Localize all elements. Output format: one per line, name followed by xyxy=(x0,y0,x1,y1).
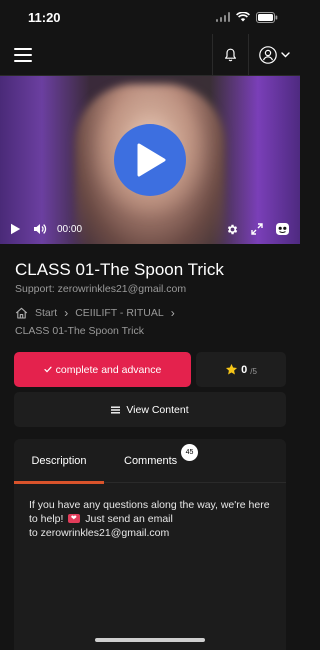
description-line: to zerowrinkles21@gmail.com xyxy=(29,527,170,539)
breadcrumb-current: CLASS 01-The Spoon Trick xyxy=(15,325,144,337)
chevron-right-icon: › xyxy=(170,306,175,320)
tab-description[interactable]: Description xyxy=(14,439,104,484)
tab-comments[interactable]: Comments xyxy=(124,439,177,483)
complete-and-advance-button[interactable]: complete and advance xyxy=(14,352,191,387)
bell-icon xyxy=(225,48,236,61)
chevron-right-icon: › xyxy=(64,306,69,320)
home-icon[interactable] xyxy=(15,307,28,319)
player-logo-icon[interactable] xyxy=(275,222,290,236)
love-letter-icon xyxy=(68,512,81,526)
tab-bar: Description Comments 45 xyxy=(14,439,286,484)
rating-button[interactable]: 0 /5 xyxy=(196,352,286,387)
fullscreen-icon[interactable] xyxy=(251,223,263,235)
avatar-icon xyxy=(259,45,277,64)
video-time: 00:00 xyxy=(57,223,83,235)
view-content-label: View Content xyxy=(126,403,189,416)
description-line: If you have any questions along the way,… xyxy=(29,499,270,511)
description-text: Just send an email xyxy=(85,513,173,525)
play-small-icon[interactable] xyxy=(10,223,21,235)
tab-comments-label: Comments xyxy=(124,455,178,467)
play-icon xyxy=(137,143,166,177)
video-player[interactable]: 00:00 xyxy=(0,76,300,244)
comments-count-badge: 45 xyxy=(181,444,198,461)
video-controls: 00:00 xyxy=(0,214,300,244)
complete-button-label: complete and advance xyxy=(55,363,162,376)
menu-icon[interactable] xyxy=(14,47,32,62)
home-indicator xyxy=(95,638,205,642)
breadcrumb: Start › CEIILIFT - RITUAL › CLASS 01-The… xyxy=(15,304,285,340)
chevron-down-icon xyxy=(281,51,290,57)
status-time: 11:20 xyxy=(28,9,61,25)
wifi-icon xyxy=(236,12,250,22)
cellular-signal-icon xyxy=(215,12,230,22)
app-header xyxy=(0,34,300,76)
description-content: If you have any questions along the way,… xyxy=(14,483,286,540)
list-icon xyxy=(111,406,121,413)
rating-max: /5 xyxy=(250,366,257,376)
user-menu-button[interactable] xyxy=(248,34,300,75)
description-text: to help! xyxy=(29,513,64,525)
breadcrumb-start[interactable]: Start xyxy=(35,304,57,322)
status-bar: 11:20 xyxy=(0,0,300,34)
page-title: CLASS 01-The Spoon Trick xyxy=(15,260,224,279)
tabs-panel: Description Comments 45 If you have any … xyxy=(14,439,286,650)
header-actions xyxy=(212,34,300,75)
view-content-button[interactable]: View Content xyxy=(14,392,286,427)
settings-icon[interactable] xyxy=(226,223,239,236)
play-button[interactable] xyxy=(114,124,186,196)
support-email: Support: zerowrinkles21@gmail.com xyxy=(15,283,187,295)
description-line: to help! Just send an email xyxy=(29,512,271,526)
rating-value: 0 xyxy=(241,363,248,376)
tab-description-label: Description xyxy=(31,455,87,467)
breadcrumb-course[interactable]: CEIILIFT - RITUAL xyxy=(75,304,164,322)
check-icon xyxy=(44,366,52,373)
battery-icon xyxy=(256,11,278,23)
volume-icon[interactable] xyxy=(33,223,47,235)
notifications-button[interactable] xyxy=(212,34,248,75)
star-icon xyxy=(226,363,238,375)
status-icons xyxy=(215,11,279,23)
